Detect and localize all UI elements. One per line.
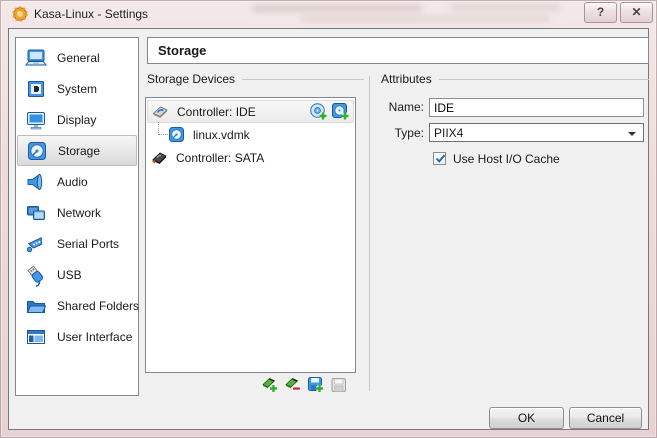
group-rule <box>439 79 649 80</box>
use-host-io-cache-checkbox[interactable] <box>433 152 446 165</box>
general-icon <box>24 46 48 70</box>
sata-controller-icon <box>151 149 168 166</box>
storage-devices-tree: Controller: IDE <box>145 97 356 373</box>
name-input[interactable] <box>429 98 644 117</box>
storage-devices-group-label: Storage Devices <box>147 73 364 85</box>
display-icon <box>24 108 48 132</box>
sidebar-item-label: Serial Ports <box>57 237 119 251</box>
cancel-button[interactable]: Cancel <box>569 407 642 429</box>
help-button[interactable]: ? <box>584 2 617 23</box>
group-rule <box>242 79 364 80</box>
sidebar-item-network[interactable]: Network <box>17 197 137 228</box>
column-separator <box>369 76 370 391</box>
dialog-window: Kasa-Linux - Settings ? ✕ General <box>0 0 657 438</box>
tree-item-linux-vdmk[interactable]: linux.vdmk <box>147 123 354 146</box>
shared-folders-icon <box>24 294 48 318</box>
tree-item-label: Controller: IDE <box>177 105 256 119</box>
sidebar-item-label: Storage <box>58 144 100 158</box>
serial-ports-icon <box>24 232 48 256</box>
name-label: Name: <box>361 100 424 114</box>
usb-icon <box>24 263 48 287</box>
ok-button[interactable]: OK <box>489 407 564 429</box>
sidebar-item-general[interactable]: General <box>17 42 137 73</box>
sidebar-item-storage[interactable]: Storage <box>17 135 137 166</box>
storage-tree-toolbar <box>261 376 348 394</box>
sidebar-item-label: Display <box>57 113 96 127</box>
tree-item-controller-sata[interactable]: Controller: SATA <box>147 146 354 169</box>
sidebar-item-label: Shared Folders <box>57 299 139 313</box>
storage-icon <box>25 139 49 163</box>
sidebar-item-label: Audio <box>57 175 88 189</box>
sidebar-item-system[interactable]: System <box>17 73 137 104</box>
type-label: Type: <box>361 126 424 140</box>
remove-controller-icon[interactable] <box>284 376 302 394</box>
type-select-value: PIIX4 <box>434 126 463 140</box>
remove-attachment-icon[interactable] <box>330 376 348 394</box>
close-button[interactable]: ✕ <box>620 2 653 23</box>
window-title: Kasa-Linux - Settings <box>34 7 148 21</box>
sidebar-item-label: Network <box>57 206 101 220</box>
check-icon <box>434 152 447 165</box>
sidebar-item-shared-folders[interactable]: Shared Folders <box>17 290 137 321</box>
virtualbox-settings-gear-icon <box>12 6 28 22</box>
sidebar-item-label: USB <box>57 268 82 282</box>
tree-item-label: Controller: SATA <box>176 151 264 165</box>
background-blur <box>450 4 560 11</box>
add-controller-icon[interactable] <box>261 376 279 394</box>
sidebar-item-display[interactable]: Display <box>17 104 137 135</box>
attributes-group-text: Attributes <box>381 72 432 86</box>
user-interface-icon <box>24 325 48 349</box>
network-icon <box>24 201 48 225</box>
storage-devices-group-text: Storage Devices <box>147 72 235 86</box>
settings-category-list: General System Display <box>15 37 139 396</box>
add-attachment-icon[interactable] <box>307 376 325 394</box>
background-blur <box>252 5 422 12</box>
chevron-down-icon <box>628 132 636 136</box>
hard-disk-icon <box>168 126 185 143</box>
ide-controller-icon <box>152 103 169 120</box>
background-blur <box>300 16 550 22</box>
use-host-io-cache-label: Use Host I/O Cache <box>453 152 560 166</box>
add-hard-disk-icon[interactable] <box>331 102 351 122</box>
attributes-group-label: Attributes <box>381 73 649 85</box>
sidebar-item-user-interface[interactable]: User Interface <box>17 321 137 352</box>
sidebar-item-serial-ports[interactable]: Serial Ports <box>17 228 137 259</box>
system-icon <box>24 77 48 101</box>
title-bar[interactable]: Kasa-Linux - Settings ? ✕ <box>0 0 657 28</box>
sidebar-item-label: System <box>57 82 97 96</box>
sidebar-item-usb[interactable]: USB <box>17 259 137 290</box>
settings-dialog-body: General System Display <box>8 28 649 430</box>
audio-icon <box>24 170 48 194</box>
sidebar-item-audio[interactable]: Audio <box>17 166 137 197</box>
page-header: Storage <box>147 37 649 64</box>
tree-item-controller-ide[interactable]: Controller: IDE <box>147 100 354 123</box>
page-title: Storage <box>148 38 648 63</box>
tree-item-label: linux.vdmk <box>193 128 250 142</box>
sidebar-item-label: General <box>57 51 100 65</box>
type-select[interactable]: PIIX4 <box>429 123 644 142</box>
add-optical-drive-icon[interactable] <box>309 102 329 122</box>
sidebar-item-label: User Interface <box>57 330 132 344</box>
